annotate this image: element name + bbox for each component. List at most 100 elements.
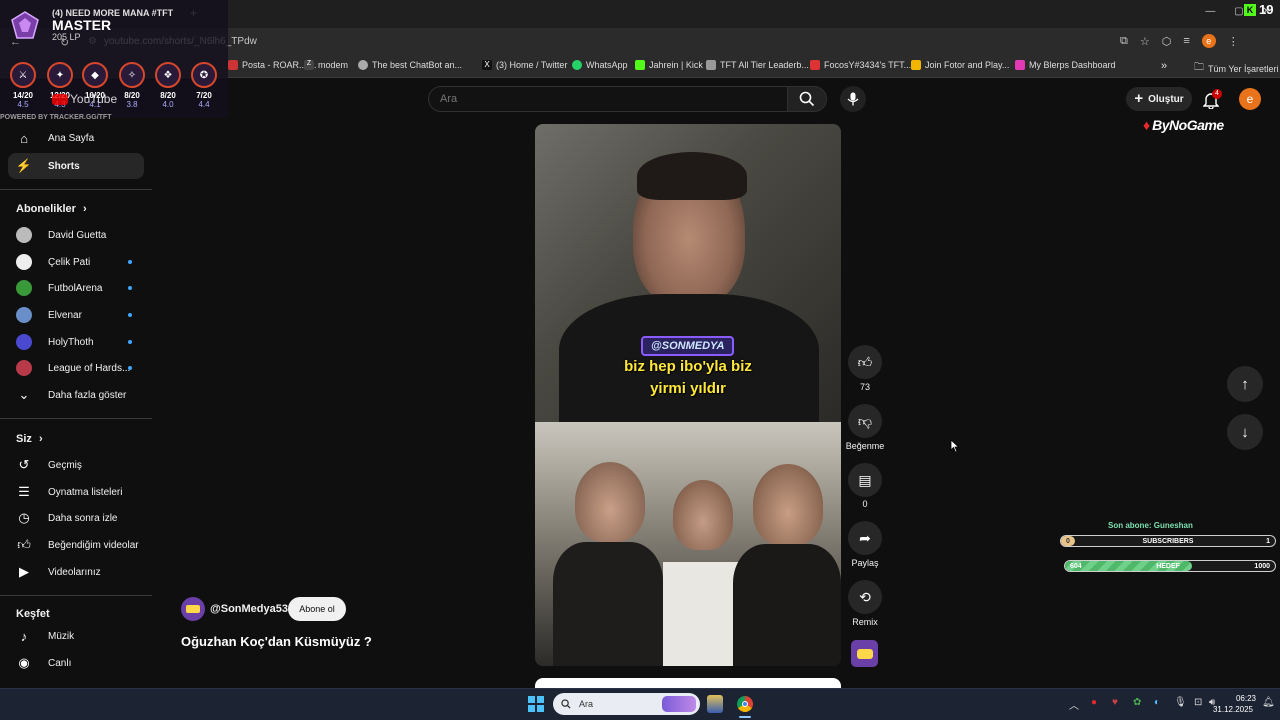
sidebar-item-home[interactable]: ⌂ Ana Sayfa bbox=[8, 125, 144, 151]
bookmark-item[interactable]: Zmodem bbox=[304, 60, 348, 70]
more-bookmarks-button[interactable]: » bbox=[1161, 60, 1167, 72]
profile-avatar[interactable]: e bbox=[1201, 34, 1216, 48]
sidebar-sub-item[interactable]: Elvenar bbox=[8, 302, 144, 328]
dislike-label: Beğenme bbox=[845, 441, 885, 451]
create-button[interactable]: + Oluştur bbox=[1126, 87, 1192, 111]
sidebar-sub-item[interactable]: HolyThoth bbox=[8, 329, 144, 355]
bookmark-item[interactable]: X (3) Home / Twitter bbox=[482, 60, 567, 70]
live-icon: ◉ bbox=[18, 655, 30, 670]
windows-start-icon[interactable] bbox=[528, 696, 544, 712]
next-short-button[interactable]: ↓ bbox=[1227, 414, 1263, 450]
microphone-icon[interactable]: 🎙︎ bbox=[1174, 697, 1187, 708]
dislike-button[interactable]: 👎︎ bbox=[848, 404, 882, 438]
subscriptions-header[interactable]: Abonelikler › bbox=[16, 203, 87, 215]
account-avatar[interactable]: e bbox=[1239, 88, 1261, 110]
short-title[interactable]: Oğuzhan Koç'dan Küsmüyüz ? bbox=[181, 634, 372, 649]
maximize-icon[interactable]: ▢ bbox=[1234, 6, 1243, 17]
taskbar-time[interactable]: 06:23 bbox=[1226, 694, 1266, 703]
menu-kebab-icon[interactable]: ⋮ bbox=[1228, 35, 1239, 48]
channel-logo-icon bbox=[186, 605, 200, 613]
network-icon[interactable]: ⊡ bbox=[1194, 697, 1202, 708]
reload-icon[interactable]: ↻ bbox=[60, 36, 69, 49]
taskbar-active-indicator bbox=[739, 716, 751, 718]
sidebar-sub-item[interactable]: FutbolArena bbox=[8, 275, 144, 301]
you-header[interactable]: Siz › bbox=[16, 433, 43, 445]
sidebar-item-live[interactable]: ◉ Canlı bbox=[8, 650, 144, 676]
share-button[interactable]: ➦ bbox=[848, 521, 882, 555]
all-bookmarks-label: Tüm Yer İşaretleri bbox=[1208, 63, 1279, 74]
sidebar-sub-item[interactable]: Çelik Pati bbox=[8, 249, 144, 275]
cast-icon[interactable]: ⧉ bbox=[1120, 35, 1128, 48]
tray-app-icon[interactable]: ♥ bbox=[1112, 697, 1118, 708]
mouse-cursor-icon bbox=[950, 439, 960, 453]
stat-top: 8/20 bbox=[124, 91, 140, 100]
sidebar-item-shorts[interactable]: ⚡ Shorts bbox=[8, 153, 144, 179]
rank-title: MASTER bbox=[52, 17, 112, 33]
bookmark-item[interactable]: My Blerps Dashboard bbox=[1015, 60, 1116, 70]
all-bookmarks-folder[interactable]: 🗀 Tüm Yer İşaretleri bbox=[1194, 60, 1279, 77]
channel-avatar[interactable] bbox=[181, 597, 205, 621]
sidebar-item-liked[interactable]: 👍︎ Beğendiğim videolar bbox=[8, 532, 144, 558]
search-button[interactable] bbox=[787, 86, 827, 112]
bookmark-item[interactable]: TFT All Tier Leaderb... bbox=[706, 60, 809, 70]
search-input[interactable] bbox=[429, 87, 787, 111]
bookmark-label: Join Fotor and Play... bbox=[925, 60, 1010, 70]
whatsapp-icon bbox=[572, 60, 582, 70]
previous-short-button[interactable]: ↑ bbox=[1227, 366, 1263, 402]
extensions-icon[interactable]: ⬡ bbox=[1162, 35, 1172, 48]
sidebar-item-label: Geçmiş bbox=[48, 459, 82, 471]
minimize-icon[interactable]: — bbox=[1205, 6, 1215, 17]
search-box[interactable] bbox=[428, 86, 788, 112]
bookmark-favicon bbox=[810, 60, 820, 70]
bookmark-item[interactable]: Join Fotor and Play... bbox=[911, 60, 1009, 70]
like-button[interactable]: 👍︎ bbox=[848, 345, 882, 379]
back-icon[interactable]: ← bbox=[10, 36, 21, 48]
video-frame-top bbox=[535, 124, 841, 434]
taskbar-app-icon[interactable] bbox=[707, 695, 723, 713]
bookmark-item[interactable]: The best ChatBot an... bbox=[358, 60, 462, 70]
sound-channel-thumbnail[interactable] bbox=[851, 640, 878, 667]
notification-center-icon[interactable]: 🔔︎ bbox=[1262, 697, 1275, 708]
remix-button[interactable]: ⟲ bbox=[848, 580, 882, 614]
tray-app-icon[interactable]: ◐ bbox=[1154, 697, 1160, 708]
bookmark-label: FocosY#3434's TFT... bbox=[824, 60, 912, 70]
sidebar-item-label: Beğendiğim videolar bbox=[48, 539, 139, 551]
comments-button[interactable]: ▤ bbox=[848, 463, 882, 497]
sidebar-item-music[interactable]: ♪ Müzik bbox=[8, 623, 144, 649]
channel-avatar bbox=[16, 334, 32, 350]
subscribe-button[interactable]: Abone ol bbox=[288, 597, 346, 621]
notifications-button[interactable]: 4 bbox=[1202, 89, 1222, 109]
media-icon[interactable]: ≡ bbox=[1183, 35, 1189, 47]
voice-search-button[interactable] bbox=[840, 86, 866, 112]
liked-icon: 👍︎ bbox=[17, 537, 31, 552]
channel-name[interactable]: @SonMedya53 bbox=[210, 603, 288, 615]
jacket-left bbox=[553, 542, 663, 666]
bookmark-item[interactable]: WhatsApp bbox=[572, 60, 628, 70]
tray-chevron-icon[interactable]: ︿ bbox=[1069, 697, 1079, 712]
sidebar-item-watch-later[interactable]: ◷ Daha sonra izle bbox=[8, 505, 144, 531]
shorts-video-player[interactable]: @SONMEDYA biz hep ibo'yla biz yirmi yıld… bbox=[535, 124, 841, 666]
bookmark-item[interactable]: FocosY#3434's TFT... bbox=[810, 60, 911, 70]
sidebar-item-history[interactable]: ↺ Geçmiş bbox=[8, 452, 144, 478]
sidebar-sub-item[interactable]: David Guetta bbox=[8, 222, 144, 248]
youtube-logo[interactable]: YouTube bbox=[52, 92, 117, 106]
brand-text: ByNoGame bbox=[1152, 117, 1224, 133]
sidebar-item-playlists[interactable]: ☰ Oynatma listeleri bbox=[8, 479, 144, 505]
bookmark-favicon bbox=[706, 60, 716, 70]
taskbar-search[interactable]: Ara bbox=[553, 693, 700, 715]
sidebar-item-label: Videolarınız bbox=[48, 566, 101, 578]
chrome-taskbar-icon[interactable] bbox=[737, 696, 753, 712]
show-more-button[interactable]: ⌄ Daha fazla göster bbox=[8, 382, 144, 408]
taskbar-date[interactable]: 31.12.2025 bbox=[1211, 705, 1255, 714]
sidebar-item-your-videos[interactable]: ▶ Videolarınız bbox=[8, 559, 144, 585]
sidebar-sub-item[interactable]: League of Hards... bbox=[8, 355, 144, 381]
extension-counter[interactable]: K 19 bbox=[1244, 2, 1273, 17]
chrome-center bbox=[742, 701, 748, 707]
tray-app-icon[interactable]: ● bbox=[1091, 697, 1097, 708]
arrow-down-icon: ↓ bbox=[1241, 423, 1249, 441]
bookmark-star-icon[interactable]: ☆ bbox=[1140, 35, 1150, 48]
tray-app-icon[interactable]: ✿ bbox=[1133, 697, 1141, 708]
bookmark-item[interactable]: Jahrein | Kick bbox=[635, 60, 703, 70]
shorts-icon: ⚡ bbox=[15, 158, 33, 173]
new-content-dot bbox=[128, 313, 132, 317]
